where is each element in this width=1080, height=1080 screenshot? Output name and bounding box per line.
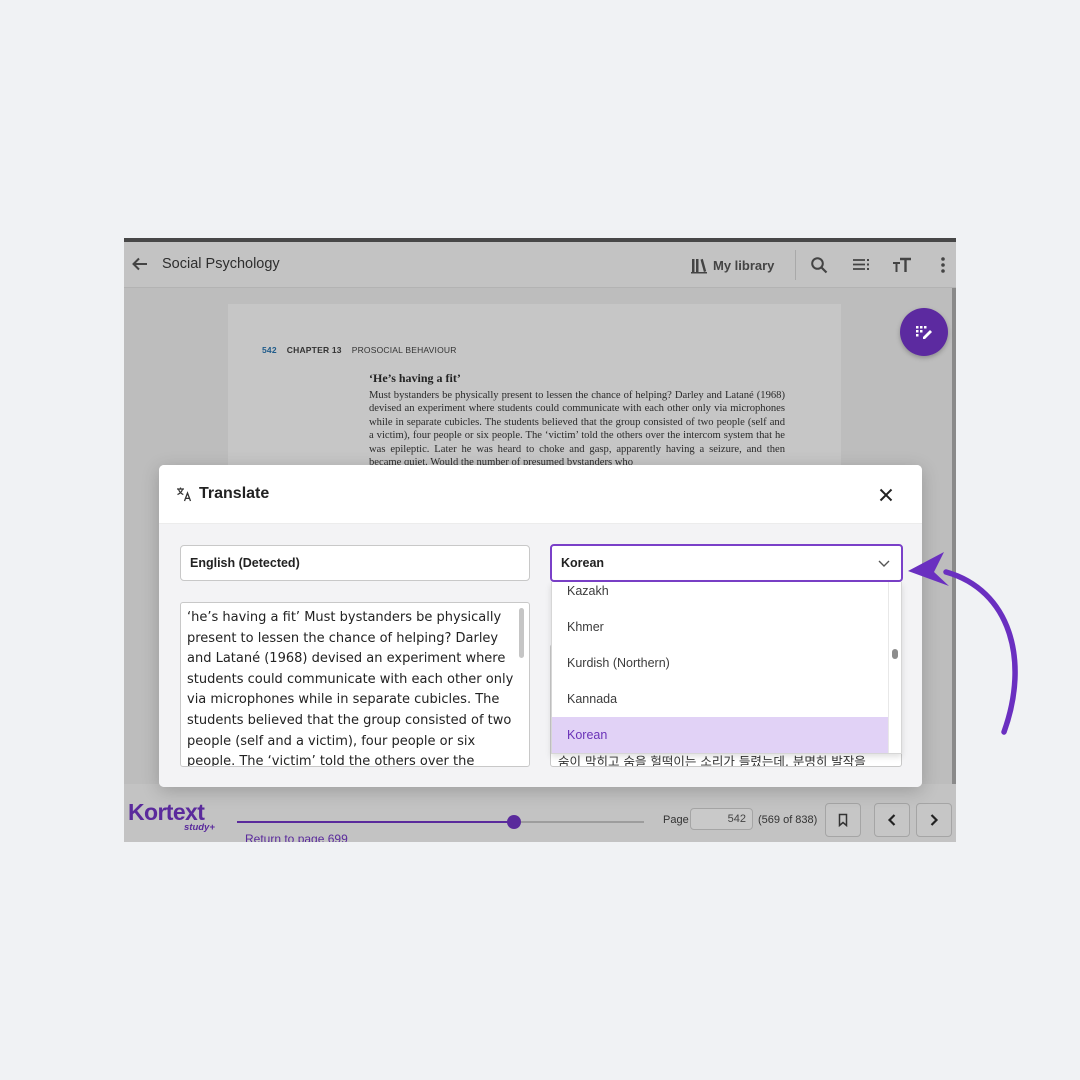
chevron-left-icon bbox=[887, 814, 896, 826]
page-body-text: Must bystanders be physically present to… bbox=[369, 390, 785, 469]
my-library-label: My library bbox=[713, 257, 775, 273]
more-vert-icon bbox=[941, 257, 945, 273]
back-arrow-icon bbox=[132, 257, 147, 271]
bookmark-icon bbox=[838, 813, 848, 827]
scrollbar[interactable] bbox=[952, 288, 956, 788]
language-option[interactable]: Kazakh bbox=[552, 582, 890, 609]
contents-button[interactable] bbox=[849, 253, 873, 277]
more-options-button[interactable] bbox=[931, 253, 955, 277]
close-button[interactable] bbox=[873, 482, 899, 508]
progress-fill bbox=[237, 821, 514, 823]
dialog-title: Translate bbox=[176, 485, 269, 503]
page-number: 542 bbox=[262, 345, 277, 355]
chapter-label: CHAPTER 13 bbox=[286, 345, 342, 355]
text-size-button[interactable] bbox=[890, 253, 914, 277]
source-text: ‘he’s having a fit’ Must bystanders be p… bbox=[187, 610, 514, 767]
library-icon bbox=[691, 258, 707, 274]
close-icon bbox=[879, 488, 893, 502]
back-button[interactable] bbox=[128, 252, 152, 276]
source-scrollbar-thumb[interactable] bbox=[519, 608, 524, 658]
target-language-value: Korean bbox=[561, 556, 605, 570]
source-language-field[interactable]: English (Detected) bbox=[180, 545, 530, 581]
next-page-button[interactable] bbox=[916, 803, 952, 837]
my-library-button[interactable]: My library bbox=[690, 253, 774, 277]
kortext-logo: Kortext study+ bbox=[128, 799, 215, 833]
page-label: Page bbox=[663, 814, 689, 826]
language-dropdown-list[interactable]: Kazakh Khmer Kurdish (Northern) Kannada … bbox=[551, 582, 902, 754]
return-to-page-link[interactable]: Return to page 699 bbox=[245, 832, 348, 842]
page-heading: ‘He’s having a fit’ bbox=[369, 371, 461, 385]
search-icon bbox=[811, 257, 828, 274]
translate-dialog: Translate English (Detected) Korean ‘he’… bbox=[159, 465, 922, 787]
bookmark-button[interactable] bbox=[825, 803, 861, 837]
language-option[interactable]: Kannada bbox=[552, 681, 890, 717]
language-option-selected[interactable]: Korean bbox=[552, 717, 890, 753]
brand-name: Kortext bbox=[128, 799, 205, 825]
language-option[interactable]: Khmer bbox=[552, 609, 890, 645]
source-text-area[interactable]: ‘he’s having a fit’ Must bystanders be p… bbox=[180, 602, 530, 767]
dialog-header: Translate bbox=[159, 465, 922, 524]
dialog-body: English (Detected) Korean ‘he’s having a… bbox=[159, 524, 922, 787]
text-size-icon bbox=[893, 257, 911, 272]
section-label: PROSOCIAL BEHAVIOUR bbox=[351, 345, 457, 355]
slider-thumb[interactable] bbox=[506, 815, 521, 829]
chevron-down-icon bbox=[878, 560, 890, 567]
book-title: Social Psychology bbox=[162, 256, 280, 272]
dropdown-scrollbar[interactable] bbox=[888, 582, 901, 753]
page-running-header: 542 CHAPTER 13 PROSOCIAL BEHAVIOUR bbox=[262, 345, 457, 355]
top-bar: Social Psychology My library bbox=[124, 242, 956, 288]
previous-page-button[interactable] bbox=[874, 803, 910, 837]
page-progress-slider[interactable] bbox=[237, 815, 644, 829]
annotate-icon bbox=[916, 326, 932, 339]
dialog-title-text: Translate bbox=[199, 485, 270, 502]
toolbar-divider bbox=[795, 250, 796, 280]
brand-sub: study+ bbox=[184, 822, 215, 833]
page-count: (569 of 838) bbox=[758, 814, 818, 826]
language-option[interactable]: Kurdish (Northern) bbox=[552, 645, 890, 681]
page-number-input[interactable]: 542 bbox=[690, 808, 753, 830]
chevron-right-icon bbox=[930, 814, 939, 826]
reader-footer: Kortext study+ Return to page 699 Page 5… bbox=[124, 784, 956, 842]
contents-icon bbox=[853, 259, 869, 270]
translate-icon bbox=[177, 487, 192, 502]
target-language-select[interactable]: Korean bbox=[550, 544, 903, 582]
annotate-fab-button[interactable] bbox=[900, 308, 948, 356]
dropdown-scrollbar-thumb[interactable] bbox=[892, 649, 898, 659]
search-button[interactable] bbox=[807, 253, 831, 277]
